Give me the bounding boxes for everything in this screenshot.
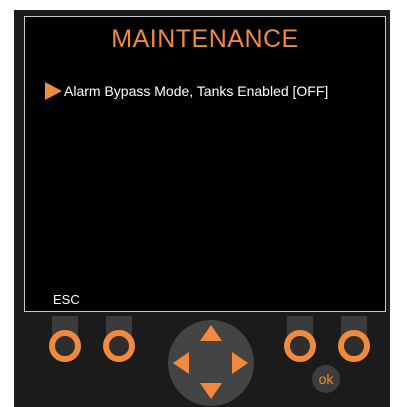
softkey-3-button[interactable] (284, 316, 316, 366)
arrow-down-icon[interactable] (200, 383, 222, 399)
selection-cursor-icon (45, 82, 62, 100)
arrow-up-icon[interactable] (200, 325, 222, 341)
menu-item-alarm-bypass[interactable]: Alarm Bypass Mode, Tanks Enabled [OFF] (45, 81, 328, 101)
arrow-left-icon[interactable] (173, 352, 189, 374)
arrow-right-icon[interactable] (232, 352, 248, 374)
softkey-2-button[interactable] (103, 316, 135, 366)
softkey-ring-icon (103, 330, 135, 362)
screen-title: MAINTENANCE (111, 25, 299, 53)
menu-item-label: Alarm Bypass Mode, Tanks Enabled [OFF] (64, 83, 329, 99)
softkey-ring-icon (338, 330, 370, 362)
directional-pad (168, 320, 254, 406)
ok-button[interactable]: ok (312, 365, 340, 393)
softkey-ring-icon (49, 330, 81, 362)
display-screen: MAINTENANCE Alarm Bypass Mode, Tanks Ena… (24, 16, 386, 312)
esc-label: ESC (53, 292, 80, 307)
softkey-1-button[interactable] (49, 316, 81, 366)
softkey-4-button[interactable] (338, 316, 370, 366)
softkey-ring-icon (284, 330, 316, 362)
